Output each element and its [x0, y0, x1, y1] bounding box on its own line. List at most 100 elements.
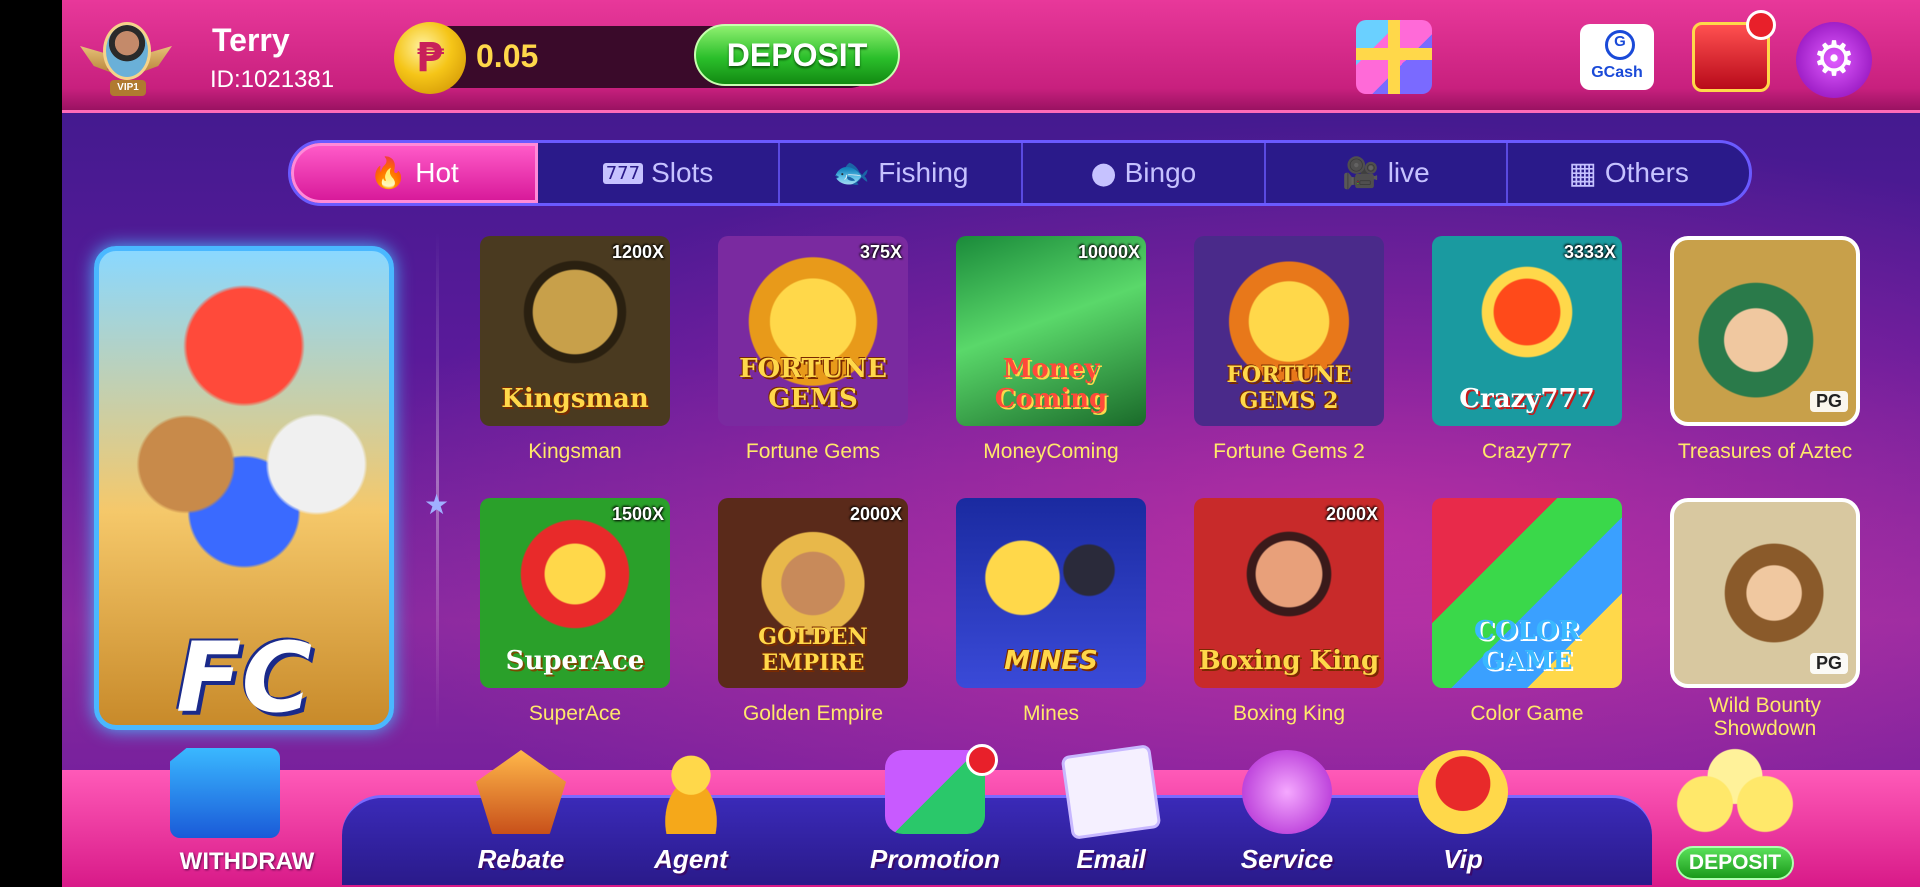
nav-email[interactable]: Email — [1046, 744, 1176, 880]
game-label: Boxing King — [1232, 702, 1346, 725]
gift-icon[interactable] — [1356, 20, 1432, 94]
game-label: Crazy777 — [1482, 440, 1572, 463]
game-thumbnail: MINES — [956, 498, 1146, 688]
rebate-icon — [476, 750, 566, 834]
gear-icon[interactable]: ⚙ — [1796, 22, 1872, 98]
game-card-mines[interactable]: MINES Mines — [956, 498, 1146, 726]
tab-fishing[interactable]: 🐟 Fishing — [780, 143, 1024, 203]
vip-level-badge: VIP1 — [110, 80, 146, 96]
tab-live[interactable]: 🎥 live — [1266, 143, 1509, 203]
divider — [436, 232, 439, 732]
flame-icon: 🔥 — [369, 155, 408, 191]
multiplier-badge: 10000X — [1077, 242, 1140, 262]
game-card-golden-empire[interactable]: 2000X GOLDEN EMPIRE Golden Empire — [718, 498, 908, 726]
game-thumbnail: 2000X GOLDEN EMPIRE — [718, 498, 908, 688]
nav-label: Service — [1240, 844, 1334, 874]
game-art-title: Boxing King — [1198, 646, 1380, 676]
game-card-wild-bounty-showdown[interactable]: PG Wild Bounty Showdown — [1670, 498, 1860, 740]
agent-icon — [646, 750, 736, 834]
deposit-bottom-button[interactable]: DEPOSIT — [1676, 846, 1794, 880]
game-card-fortune-gems[interactable]: 375X FORTUNE GEMS Fortune Gems — [718, 236, 908, 464]
game-thumbnail: PG — [1670, 498, 1860, 688]
provider-badge: PG — [1809, 653, 1848, 674]
game-card-treasures-of-aztec[interactable]: PG Treasures of Aztec — [1670, 236, 1860, 464]
game-label: Kingsman — [528, 440, 622, 463]
grid-icon: ▦ — [1568, 155, 1597, 191]
nav-label: Rebate — [477, 844, 565, 874]
game-art-title: GOLDEN EMPIRE — [758, 624, 868, 676]
tab-slots[interactable]: 777 Slots — [538, 143, 781, 203]
nav-label: Email — [1076, 844, 1146, 874]
tab-bingo[interactable]: ● Bingo — [1023, 143, 1266, 203]
game-card-boxing-king[interactable]: 2000X Boxing King Boxing King — [1194, 498, 1384, 726]
game-thumbnail: COLOR GAME — [1432, 498, 1622, 688]
game-card-kingsman[interactable]: 1200X Kingsman Kingsman — [480, 236, 670, 464]
game-card-moneycoming[interactable]: 10000X Money Coming MoneyComing — [956, 236, 1146, 464]
game-label: Wild Bounty Showdown — [1708, 694, 1822, 740]
envelope-icon — [1060, 744, 1162, 840]
chat-bubble-icon — [1242, 750, 1332, 834]
nav-agent[interactable]: Agent — [626, 750, 756, 880]
gcash-icon[interactable]: GCash — [1580, 24, 1654, 90]
provider-logo: FC — [175, 622, 313, 730]
game-art-title: COLOR GAME — [1474, 616, 1580, 676]
game-card-crazy777[interactable]: 3333X Crazy777 Crazy777 — [1432, 236, 1622, 464]
slots-icon: 777 — [602, 162, 644, 184]
avatar[interactable]: VIP1 — [80, 18, 172, 100]
game-thumbnail: 2000X Boxing King — [1194, 498, 1384, 688]
game-art-title: Crazy777 — [1459, 384, 1595, 414]
game-thumbnail: 1500X SuperAce — [480, 498, 670, 688]
app-root: VIP1 Terry ID:1021381 ₱ 0.05 DEPOSIT GCa… — [62, 0, 1920, 887]
featured-provider-banner[interactable]: FC — [94, 246, 394, 730]
multiplier-badge: 3333X — [1563, 242, 1616, 262]
notification-dot — [1746, 10, 1776, 40]
nav-label: Promotion — [870, 844, 1000, 874]
category-tabs: 🔥 Hot 777 Slots 🐟 Fishing ● Bingo 🎥 live… — [288, 140, 1752, 206]
game-label: Treasures of Aztec — [1677, 440, 1853, 463]
multiplier-badge: 1500X — [611, 504, 664, 524]
game-label: Color Game — [1470, 702, 1584, 725]
nav-label: Vip — [1443, 844, 1483, 874]
user-id: ID:1021381 — [210, 66, 335, 93]
vip-badge-icon — [1418, 750, 1508, 834]
game-card-color-game[interactable]: COLOR GAME Color Game — [1432, 498, 1622, 726]
tab-others[interactable]: ▦ Others — [1508, 143, 1749, 203]
tab-label: Others — [1604, 157, 1689, 188]
camera-icon: 🎥 — [1342, 155, 1380, 191]
game-art-title: Money Coming — [994, 354, 1108, 414]
multiplier-badge: 1200X — [611, 242, 664, 262]
multiplier-badge: 2000X — [1325, 504, 1378, 524]
deposit-button[interactable]: DEPOSIT — [694, 24, 900, 86]
user-name: Terry — [212, 22, 290, 58]
game-card-fortune-gems-2[interactable]: FORTUNE GEMS 2 Fortune Gems 2 — [1194, 236, 1384, 464]
tab-label: Bingo — [1124, 157, 1197, 188]
multiplier-badge: 375X — [859, 242, 902, 262]
nav-service[interactable]: Service — [1222, 750, 1352, 880]
game-card-superace[interactable]: 1500X SuperAce SuperAce — [480, 498, 670, 726]
game-label: MoneyComing — [983, 440, 1119, 463]
game-art-title: SuperAce — [505, 646, 645, 676]
game-art-title: FORTUNE GEMS 2 — [1226, 362, 1352, 414]
withdraw-button[interactable]: WITHDRAW — [162, 848, 332, 876]
peso-coin-icon: ₱ — [394, 22, 466, 94]
atm-icon[interactable] — [170, 748, 280, 838]
game-art-title: FORTUNE GEMS — [739, 354, 887, 414]
nav-rebate[interactable]: Rebate — [456, 750, 586, 880]
game-art-title: Kingsman — [501, 384, 649, 414]
fish-icon: 🐟 — [832, 155, 871, 191]
nav-vip[interactable]: Vip — [1398, 750, 1528, 880]
provider-badge: PG — [1809, 391, 1848, 412]
balance-value: 0.05 — [476, 38, 539, 74]
game-thumbnail: FORTUNE GEMS 2 — [1194, 236, 1384, 426]
game-thumbnail: PG — [1670, 236, 1860, 426]
coins-icon[interactable] — [1660, 738, 1810, 848]
star-icon: ★ — [424, 488, 450, 521]
game-thumbnail: 3333X Crazy777 — [1432, 236, 1622, 426]
game-label: SuperAce — [528, 702, 622, 725]
tab-hot[interactable]: 🔥 Hot — [291, 143, 538, 203]
game-art-title: MINES — [1004, 646, 1098, 676]
game-thumbnail: 1200X Kingsman — [480, 236, 670, 426]
notification-dot — [966, 744, 998, 776]
multiplier-badge: 2000X — [849, 504, 902, 524]
top-bar: VIP1 Terry ID:1021381 ₱ 0.05 DEPOSIT GCa… — [62, 0, 1920, 113]
